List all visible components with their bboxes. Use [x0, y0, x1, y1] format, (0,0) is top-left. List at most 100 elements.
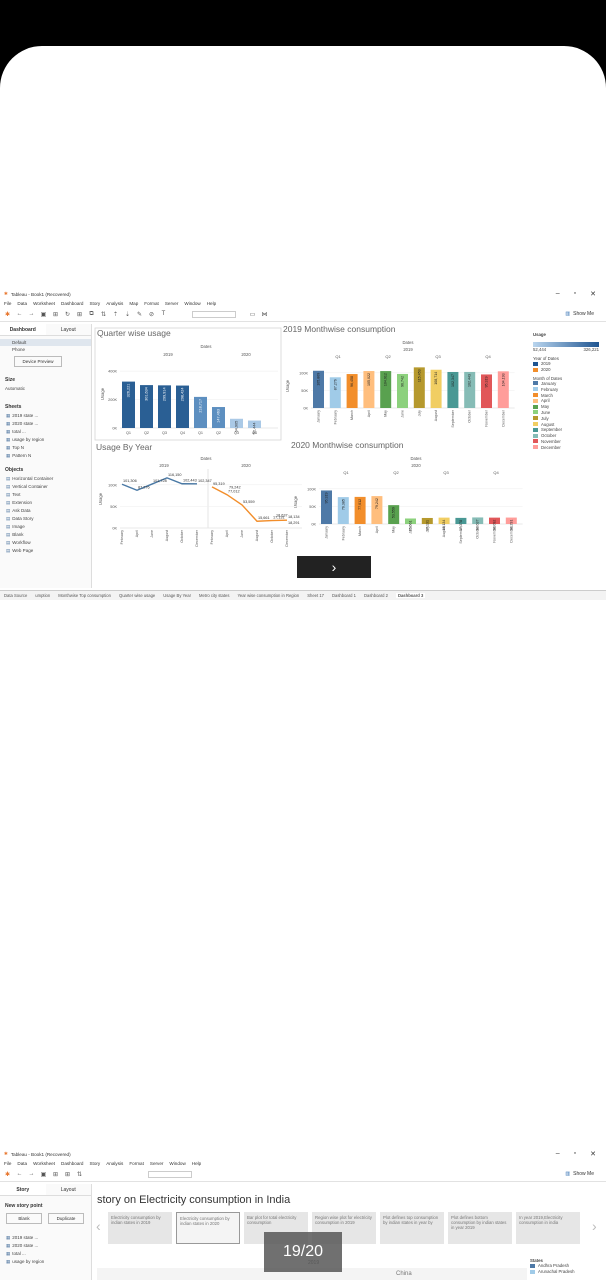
show-me-button[interactable]: ▥ Show Me: [565, 311, 606, 317]
save-icon[interactable]: ▣: [40, 311, 47, 318]
sheet-tab[interactable]: Metro city states: [199, 593, 229, 598]
object-item[interactable]: ▤ Workflow: [0, 539, 91, 547]
legend-item-state[interactable]: Arunachal Pradesh: [530, 1269, 600, 1275]
new-sheet-icon[interactable]: ⊞: [76, 311, 83, 318]
new-datasource-icon[interactable]: ⊞: [52, 311, 59, 318]
menu-item[interactable]: Analysis: [106, 301, 123, 306]
legend-item-2020[interactable]: 2020: [533, 367, 599, 373]
sort-desc-icon[interactable]: ⇣: [124, 311, 131, 318]
sheet-tab[interactable]: umption: [35, 593, 50, 598]
show-me-button[interactable]: ▥ Show Me: [565, 1171, 606, 1177]
undo-icon[interactable]: ←: [16, 1171, 23, 1178]
object-item[interactable]: ▤ Blank: [0, 531, 91, 539]
new-datasource-icon[interactable]: ⊞: [52, 1171, 59, 1178]
sheet-item[interactable]: ▦ total ...: [0, 428, 91, 436]
redo-icon[interactable]: →: [28, 311, 35, 318]
undo-icon[interactable]: ←: [16, 311, 23, 318]
device-phone[interactable]: Phone: [0, 346, 91, 353]
tableau-home-icon[interactable]: ✱: [4, 1171, 11, 1178]
object-item[interactable]: ▤ Data Story: [0, 515, 91, 523]
menu-item[interactable]: Window: [169, 1161, 185, 1166]
fit-dropdown[interactable]: [148, 1170, 192, 1178]
maximize-icon[interactable]: ▫: [574, 1150, 576, 1158]
swap-icon[interactable]: ⇅: [100, 311, 107, 318]
object-item[interactable]: ▤ Horizontal Container: [0, 475, 91, 483]
menu-item[interactable]: Story: [89, 301, 100, 306]
minimize-icon[interactable]: –: [556, 1150, 560, 1158]
menu-item[interactable]: Dashboard: [61, 301, 83, 306]
story-prev-icon[interactable]: ‹: [96, 1218, 101, 1234]
story-point[interactable]: Electricity consumption by indian states…: [108, 1212, 172, 1244]
story-point[interactable]: In year 2019,Electricity consumption in …: [516, 1212, 580, 1244]
tab-layout[interactable]: Layout: [46, 324, 92, 335]
sheet-tab[interactable]: Monthwise Top consumption: [58, 593, 111, 598]
redo-icon[interactable]: →: [28, 1171, 35, 1178]
object-item[interactable]: ▤ Ask Data: [0, 507, 91, 515]
close-icon[interactable]: ✕: [590, 290, 596, 298]
object-item[interactable]: ▤ Image: [0, 523, 91, 531]
new-sheet-icon[interactable]: ⊞: [64, 1171, 71, 1178]
sort-asc-icon[interactable]: ⇡: [112, 311, 119, 318]
menu-item[interactable]: Dashboard: [61, 1161, 83, 1166]
menu-item[interactable]: Help: [207, 301, 216, 306]
duplicate-button[interactable]: Duplicate: [48, 1213, 84, 1224]
present-icon[interactable]: ▭: [249, 311, 256, 318]
minimize-icon[interactable]: –: [556, 290, 560, 298]
menu-item[interactable]: Server: [165, 301, 179, 306]
object-item[interactable]: ▤ Extension: [0, 499, 91, 507]
story-point[interactable]: Plot defines bottom consumption by india…: [448, 1212, 512, 1244]
group-icon[interactable]: ⊘: [148, 311, 155, 318]
sheet-tab[interactable]: Sheet 17: [307, 593, 324, 598]
duplicate-sheet-icon[interactable]: ⧉: [88, 311, 95, 318]
maximize-icon[interactable]: ▫: [574, 290, 576, 298]
size-dropdown[interactable]: Automatic: [0, 385, 91, 392]
tab-story[interactable]: Story: [0, 1184, 46, 1195]
fit-dropdown[interactable]: [192, 310, 236, 318]
menu-item[interactable]: Map: [129, 301, 138, 306]
tableau-home-icon[interactable]: ✱: [4, 311, 11, 318]
sheet-tab[interactable]: Dashboard 2: [364, 593, 388, 598]
sheet-item[interactable]: ▦ usage by region: [0, 436, 91, 444]
device-default[interactable]: Default: [0, 339, 91, 346]
menu-item[interactable]: File: [4, 301, 11, 306]
menu-item[interactable]: File: [4, 1161, 11, 1166]
menu-item[interactable]: Worksheet: [33, 1161, 55, 1166]
blank-button[interactable]: Blank: [6, 1213, 42, 1224]
label-icon[interactable]: T: [160, 311, 167, 318]
menu-item[interactable]: Window: [184, 301, 200, 306]
story-point[interactable]: Plot defines top consumption by indian s…: [380, 1212, 444, 1244]
sheet-item[interactable]: ▦ Pattern N: [0, 452, 91, 460]
menu-item[interactable]: Help: [192, 1161, 201, 1166]
sheet-tab[interactable]: Dashboard 1: [332, 593, 356, 598]
sheet-item[interactable]: ▦ total ...: [0, 1250, 91, 1258]
object-item[interactable]: ▤ Web Page: [0, 547, 91, 555]
story-next-icon[interactable]: ›: [592, 1218, 597, 1234]
share-icon[interactable]: ⋈: [261, 311, 268, 318]
sheet-tab[interactable]: Year wise consumption in Region: [237, 593, 299, 598]
sheet-item[interactable]: ▦ 2020 state ...: [0, 420, 91, 428]
sheet-item[interactable]: ▦ 2019 state ...: [0, 1234, 91, 1242]
sheet-tab[interactable]: Data Source: [4, 593, 27, 598]
object-item[interactable]: ▤ Vertical Container: [0, 483, 91, 491]
menu-item[interactable]: Story: [89, 1161, 100, 1166]
close-icon[interactable]: ✕: [590, 1150, 596, 1158]
sheet-item[interactable]: ▦ 2020 state ...: [0, 1242, 91, 1250]
menu-item[interactable]: Analysis: [106, 1161, 123, 1166]
menu-item[interactable]: Data: [17, 1161, 27, 1166]
sheet-item[interactable]: ▦ Top N: [0, 444, 91, 452]
next-button[interactable]: ›: [297, 556, 371, 578]
sheet-item[interactable]: ▦ usage by region: [0, 1258, 91, 1266]
tab-layout[interactable]: Layout: [46, 1184, 92, 1195]
menu-item[interactable]: Format: [129, 1161, 144, 1166]
story-point[interactable]: Electricity consumption by indian states…: [176, 1212, 240, 1244]
sheet-tab[interactable]: Quarter wise usage: [119, 593, 155, 598]
refresh-icon[interactable]: ↻: [64, 311, 71, 318]
device-preview-button[interactable]: Device Preview: [14, 356, 62, 367]
save-icon[interactable]: ▣: [40, 1171, 47, 1178]
menu-item[interactable]: Data: [17, 301, 27, 306]
object-item[interactable]: ▤ Text: [0, 491, 91, 499]
sheet-tab[interactable]: Usage By Year: [163, 593, 191, 598]
sort-icon[interactable]: ⇅: [76, 1171, 83, 1178]
tab-dashboard[interactable]: Dashboard: [0, 324, 46, 335]
menu-item[interactable]: Worksheet: [33, 301, 55, 306]
